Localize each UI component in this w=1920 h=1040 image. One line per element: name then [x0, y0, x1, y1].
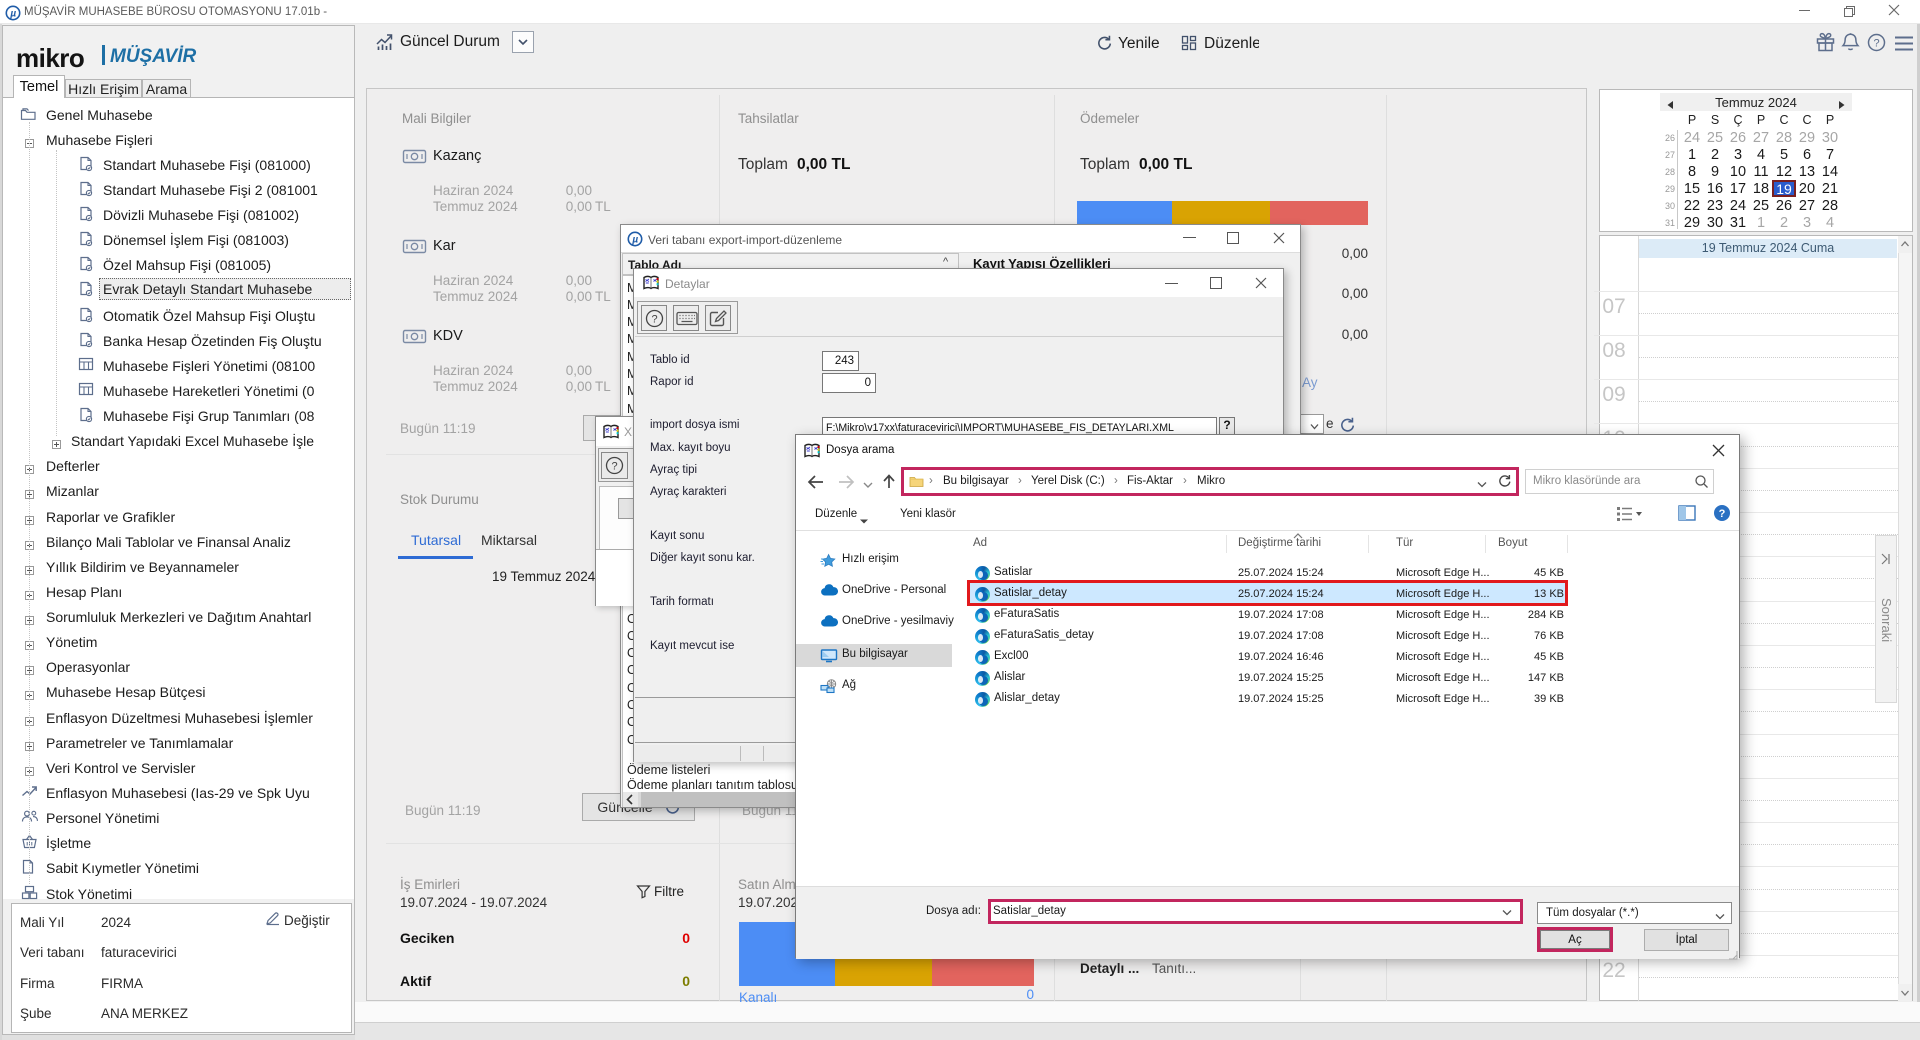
svg-text:?: ?	[1719, 508, 1726, 520]
svg-text:µ: µ	[9, 8, 16, 19]
svg-text:?: ?	[1873, 37, 1879, 49]
svg-text:?: ?	[611, 460, 617, 472]
svg-text:?: ?	[651, 313, 657, 325]
svg-text:µ: µ	[631, 234, 638, 245]
